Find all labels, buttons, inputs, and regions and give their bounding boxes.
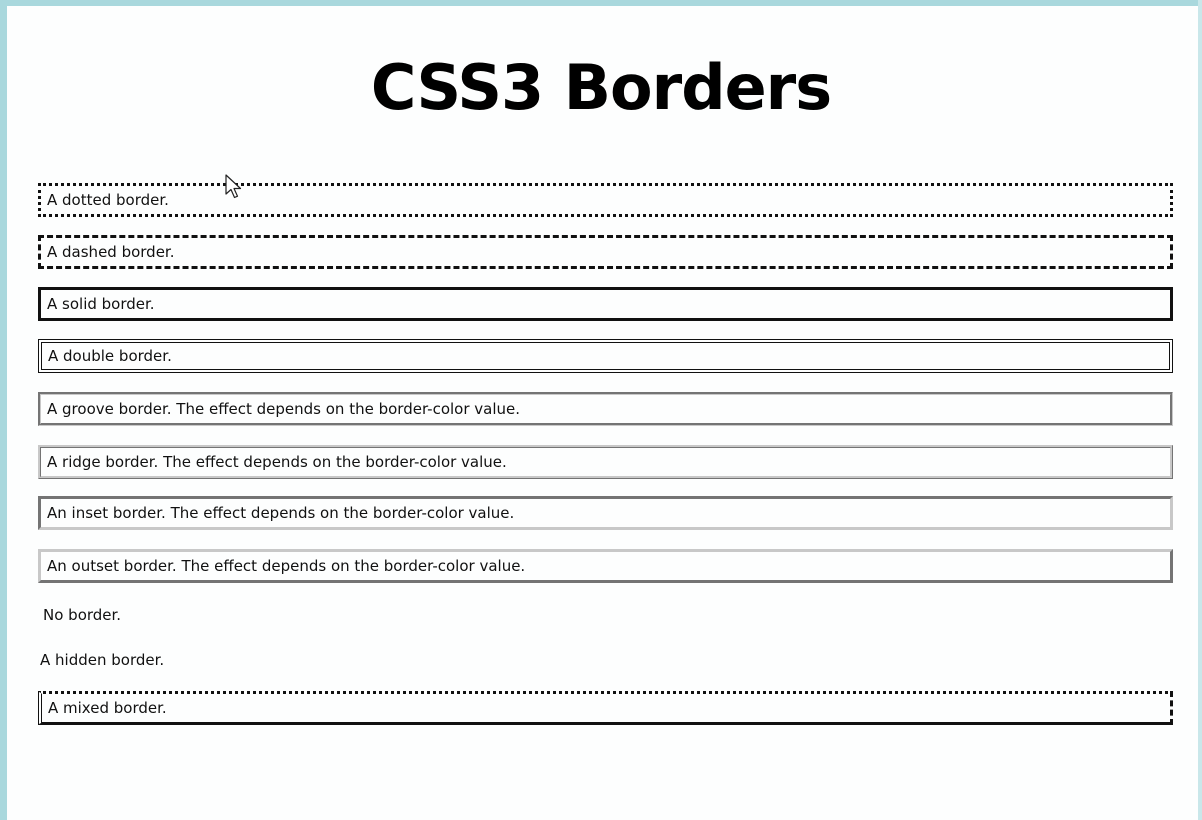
groove-border-example: A groove border. The effect depends on t… xyxy=(38,392,1173,426)
border-examples-list: A dotted border. A dashed border. A soli… xyxy=(7,6,1198,820)
mixed-border-example: A mixed border. xyxy=(38,691,1173,725)
dashed-border-example: A dashed border. xyxy=(38,235,1173,269)
browser-page: CSS3 Borders A dotted border. A dashed b… xyxy=(7,6,1198,820)
hidden-border-example: A hidden border. xyxy=(40,651,165,669)
double-border-example: A double border. xyxy=(38,339,1173,373)
window-frame-right xyxy=(1198,0,1202,820)
window-frame-left xyxy=(0,0,7,820)
solid-border-example: A solid border. xyxy=(38,287,1173,321)
dotted-border-example: A dotted border. xyxy=(38,183,1173,217)
ridge-border-example: A ridge border. The effect depends on th… xyxy=(38,445,1173,479)
outset-border-example: An outset border. The effect depends on … xyxy=(38,549,1173,583)
mouse-pointer-icon xyxy=(225,174,242,199)
no-border-example: No border. xyxy=(43,606,122,624)
inset-border-example: An inset border. The effect depends on t… xyxy=(38,496,1173,530)
